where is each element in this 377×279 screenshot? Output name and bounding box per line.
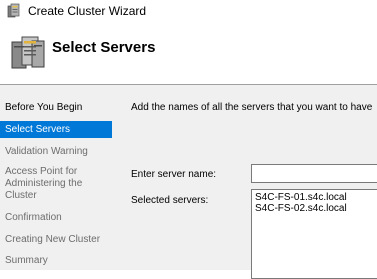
server-name-input[interactable]: [251, 164, 377, 183]
step-validation-warning: Validation Warning: [5, 146, 88, 157]
step-confirmation: Confirmation: [5, 212, 62, 223]
page-title: Select Servers: [52, 39, 156, 56]
step-before-you-begin: Before You Begin: [5, 102, 83, 113]
wizard-body: Before You Begin Select Servers Validati…: [0, 85, 377, 279]
selected-servers-list[interactable]: S4C-FS-01.s4c.local S4C-FS-02.s4c.local: [251, 189, 377, 279]
step-select-servers: Select Servers: [0, 121, 112, 138]
title-bar: Create Cluster Wizard: [0, 0, 377, 22]
instruction-text: Add the names of all the servers that yo…: [131, 102, 373, 113]
window-title: Create Cluster Wizard: [28, 4, 147, 18]
server-cluster-icon: [11, 36, 45, 69]
wizard-header: Select Servers: [0, 22, 377, 82]
wizard-content: Add the names of all the servers that yo…: [114, 85, 377, 279]
step-access-point: Access Point for Administering the Clust…: [5, 166, 83, 201]
selected-servers-label: Selected servers:: [131, 195, 209, 206]
step-summary: Summary: [5, 255, 48, 266]
step-creating-new-cluster: Creating New Cluster: [5, 234, 101, 245]
server-name-label: Enter server name:: [131, 169, 217, 180]
wizard-steps-sidebar: Before You Begin Select Servers Validati…: [0, 85, 114, 270]
list-item[interactable]: S4C-FS-01.s4c.local: [255, 192, 377, 203]
cluster-wizard-icon: [7, 3, 20, 18]
list-item[interactable]: S4C-FS-02.s4c.local: [255, 203, 377, 214]
